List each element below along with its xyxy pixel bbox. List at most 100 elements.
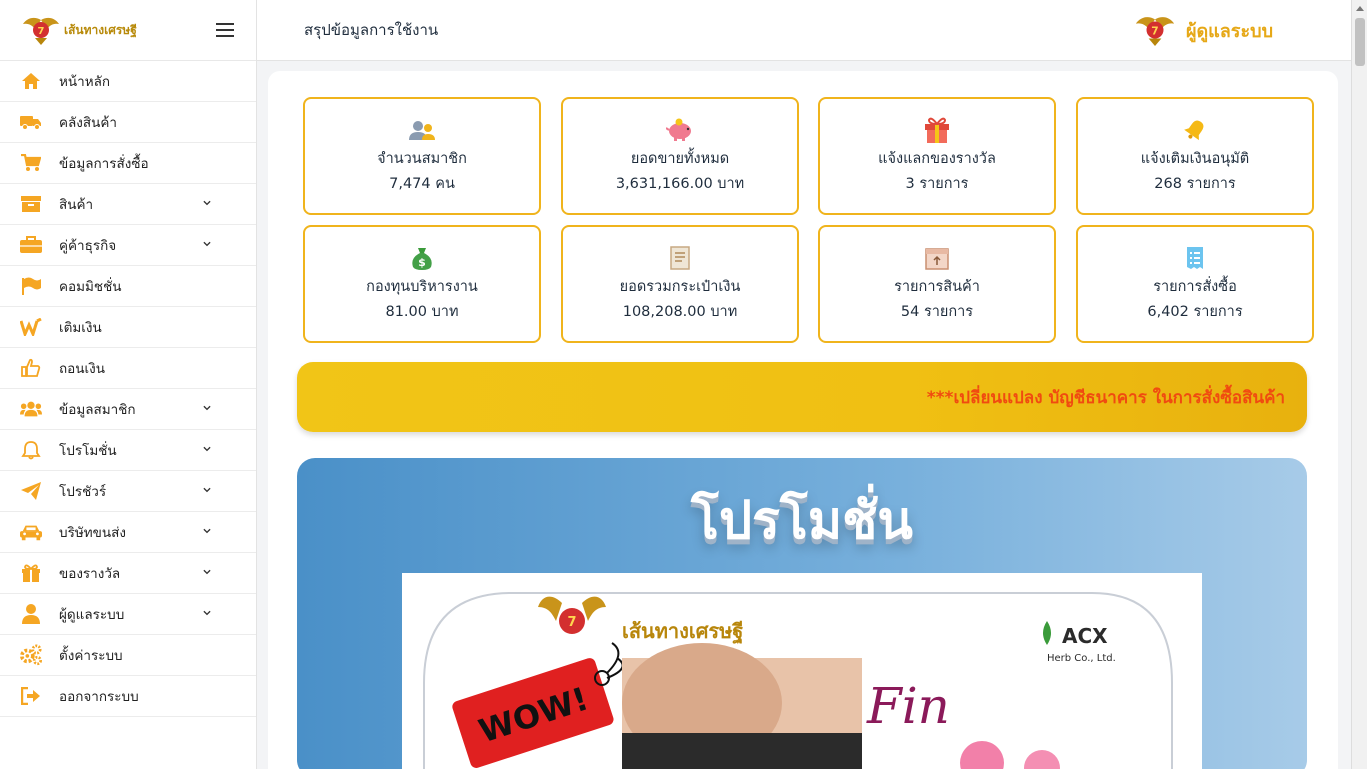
money-bag-icon: $ bbox=[408, 244, 436, 272]
sidebar-item-label: ข้อมูลการสั่งซื้อ bbox=[59, 156, 149, 172]
sidebar-item-label: เติมเงิน bbox=[59, 320, 102, 336]
brand-logo[interactable]: 7 เส้นทางเศรษฐี bbox=[22, 14, 137, 46]
stat-card-title: ยอดรวมกระเป๋าเงิน bbox=[619, 279, 741, 295]
page-title: สรุปข้อมูลการใช้งาน bbox=[304, 21, 439, 39]
stat-card-value: 6,402 รายการ bbox=[1147, 304, 1243, 320]
briefcase-icon bbox=[20, 235, 42, 255]
brand-text: เส้นทางเศรษฐี bbox=[64, 22, 137, 37]
stat-card[interactable]: รายการสั่งซื้อ 6,402 รายการ bbox=[1076, 225, 1314, 343]
svg-text:Fin: Fin bbox=[866, 677, 950, 735]
package-icon bbox=[923, 244, 951, 272]
notice-text: ***เปลี่ยนแปลง บัญชีธนาคาร ในการสั่งซื้อ… bbox=[926, 387, 1285, 408]
flag-icon bbox=[20, 276, 42, 296]
sidebar-item[interactable]: ออกจากระบบ bbox=[0, 676, 256, 717]
sidebar-menu: หน้าหลักคลังสินค้าข้อมูลการสั่งซื้อสินค้… bbox=[0, 61, 256, 717]
paper-plane-icon bbox=[20, 481, 42, 501]
sidebar: 7 เส้นทางเศรษฐี หน้าหลักคลังสินค้าข้อมูล… bbox=[0, 0, 257, 769]
gift-box-icon bbox=[923, 116, 951, 144]
stat-card[interactable]: รายการสินค้า 54 รายการ bbox=[818, 225, 1056, 343]
wallet-w-icon bbox=[20, 317, 42, 337]
sidebar-item[interactable]: คู่ค้าธุรกิจ bbox=[0, 225, 256, 266]
sidebar-item-label: หน้าหลัก bbox=[59, 74, 111, 90]
sidebar-item[interactable]: หน้าหลัก bbox=[0, 61, 256, 102]
sign-out-icon bbox=[20, 686, 42, 706]
stat-card-value: 3,631,166.00 บาท bbox=[615, 176, 745, 192]
admin-profile[interactable]: 7 ผู้ดูแลระบบ bbox=[1134, 13, 1273, 47]
sidebar-item-label: สินค้า bbox=[59, 197, 94, 213]
sidebar-header: 7 เส้นทางเศรษฐี bbox=[0, 0, 256, 61]
svg-text:7: 7 bbox=[38, 26, 45, 37]
sidebar-item[interactable]: ผู้ดูแลระบบ bbox=[0, 594, 256, 635]
svg-text:7: 7 bbox=[1151, 24, 1158, 37]
stat-card-title: จำนวนสมาชิก bbox=[377, 151, 467, 167]
sidebar-item[interactable]: สินค้า bbox=[0, 184, 256, 225]
sidebar-item-label: ออกจากระบบ bbox=[59, 689, 139, 705]
promo-banner-graphic: 7 เส้นทางเศรษฐี ACX Herb Co., Ltd. WOW! … bbox=[423, 592, 1173, 769]
sidebar-item[interactable]: เติมเงิน bbox=[0, 307, 256, 348]
thumbs-up-icon bbox=[20, 358, 42, 378]
scroll-thumb[interactable] bbox=[1355, 18, 1365, 66]
sidebar-item-label: คลังสินค้า bbox=[59, 115, 117, 131]
sidebar-item-label: คู่ค้าธุรกิจ bbox=[59, 238, 117, 254]
home-icon bbox=[20, 71, 42, 91]
sidebar-item-label: คอมมิชชั่น bbox=[59, 279, 122, 295]
ledger-icon bbox=[666, 244, 694, 272]
stat-card-value: 81.00 บาท bbox=[385, 304, 459, 320]
svg-text:7: 7 bbox=[567, 615, 576, 630]
users-icon bbox=[20, 399, 42, 419]
stat-card-title: แจ้งแลกของรางวัล bbox=[878, 151, 996, 167]
archive-icon bbox=[20, 194, 42, 214]
stat-card-title: แจ้งเติมเงินอนุมัติ bbox=[1140, 151, 1250, 167]
notice-banner: ***เปลี่ยนแปลง บัญชีธนาคาร ในการสั่งซื้อ… bbox=[297, 362, 1307, 432]
svg-text:Herb Co., Ltd.: Herb Co., Ltd. bbox=[1047, 653, 1116, 664]
menu-toggle-icon[interactable] bbox=[216, 23, 234, 37]
sidebar-item[interactable]: โปรชัวร์ bbox=[0, 471, 256, 512]
stat-card-title: กองทุนบริหารงาน bbox=[366, 279, 478, 295]
user-icon bbox=[20, 604, 42, 624]
sidebar-item-label: บริษัทขนส่ง bbox=[59, 525, 126, 541]
piggy-bank-icon bbox=[666, 116, 694, 144]
page-scrollbar[interactable] bbox=[1351, 0, 1367, 769]
sidebar-item[interactable]: ข้อมูลการสั่งซื้อ bbox=[0, 143, 256, 184]
receipt-icon bbox=[1181, 244, 1209, 272]
sidebar-item-label: ตั้งค่าระบบ bbox=[59, 648, 123, 664]
sidebar-item-label: โปรโมชั่น bbox=[59, 443, 117, 459]
sidebar-item[interactable]: โปรโมชั่น bbox=[0, 430, 256, 471]
stat-card-value: 7,474 คน bbox=[389, 176, 455, 192]
sidebar-item[interactable]: ถอนเงิน bbox=[0, 348, 256, 389]
sidebar-item[interactable]: ข้อมูลสมาชิก bbox=[0, 389, 256, 430]
svg-text:เส้นทางเศรษฐี: เส้นทางเศรษฐี bbox=[622, 619, 743, 645]
bell-approve-icon bbox=[1181, 116, 1209, 144]
promo-section: โปรโมชั่น 7 เส้นทางเศรษฐี ACX Herb Co., … bbox=[297, 458, 1307, 769]
stat-card-value: 54 รายการ bbox=[900, 304, 974, 320]
sidebar-item-label: ถอนเงิน bbox=[59, 361, 105, 377]
svg-text:$: $ bbox=[418, 256, 426, 269]
stat-card-title: ยอดขายทั้งหมด bbox=[630, 151, 730, 167]
stat-card[interactable]: $ กองทุนบริหารงาน 81.00 บาท bbox=[303, 225, 541, 343]
svg-text:ACX: ACX bbox=[1062, 624, 1108, 648]
promo-banner-image[interactable]: 7 เส้นทางเศรษฐี ACX Herb Co., Ltd. WOW! … bbox=[402, 573, 1202, 769]
stat-card[interactable]: แจ้งเติมเงินอนุมัติ 268 รายการ bbox=[1076, 97, 1314, 215]
stat-card-value: 268 รายการ bbox=[1154, 176, 1236, 192]
scroll-up-icon[interactable] bbox=[1352, 0, 1367, 16]
promo-title: โปรโมชั่น bbox=[691, 491, 913, 551]
sidebar-item-label: ข้อมูลสมาชิก bbox=[59, 402, 136, 418]
sidebar-item[interactable]: ตั้งค่าระบบ bbox=[0, 635, 256, 676]
stat-card[interactable]: ยอดรวมกระเป๋าเงิน 108,208.00 บาท bbox=[561, 225, 799, 343]
eagle-logo-icon: 7 bbox=[1135, 17, 1175, 46]
stat-card-title: รายการสั่งซื้อ bbox=[1153, 279, 1237, 295]
sidebar-item[interactable]: คอมมิชชั่น bbox=[0, 266, 256, 307]
sidebar-item[interactable]: ของรางวัล bbox=[0, 553, 256, 594]
sidebar-item[interactable]: บริษัทขนส่ง bbox=[0, 512, 256, 553]
stat-card[interactable]: ยอดขายทั้งหมด 3,631,166.00 บาท bbox=[561, 97, 799, 215]
stat-card[interactable]: แจ้งแลกของรางวัล 3 รายการ bbox=[818, 97, 1056, 215]
sidebar-item[interactable]: คลังสินค้า bbox=[0, 102, 256, 143]
topbar: สรุปข้อมูลการใช้งาน 7 ผู้ดูแลระบบ bbox=[257, 0, 1351, 61]
cart-icon bbox=[20, 153, 42, 173]
sidebar-item-label: โปรชัวร์ bbox=[59, 484, 107, 500]
gift-icon bbox=[20, 563, 42, 583]
cogs-icon bbox=[20, 644, 42, 666]
stat-card-title: รายการสินค้า bbox=[894, 279, 980, 295]
stat-card[interactable]: จำนวนสมาชิก 7,474 คน bbox=[303, 97, 541, 215]
admin-label: ผู้ดูแลระบบ bbox=[1185, 20, 1273, 42]
